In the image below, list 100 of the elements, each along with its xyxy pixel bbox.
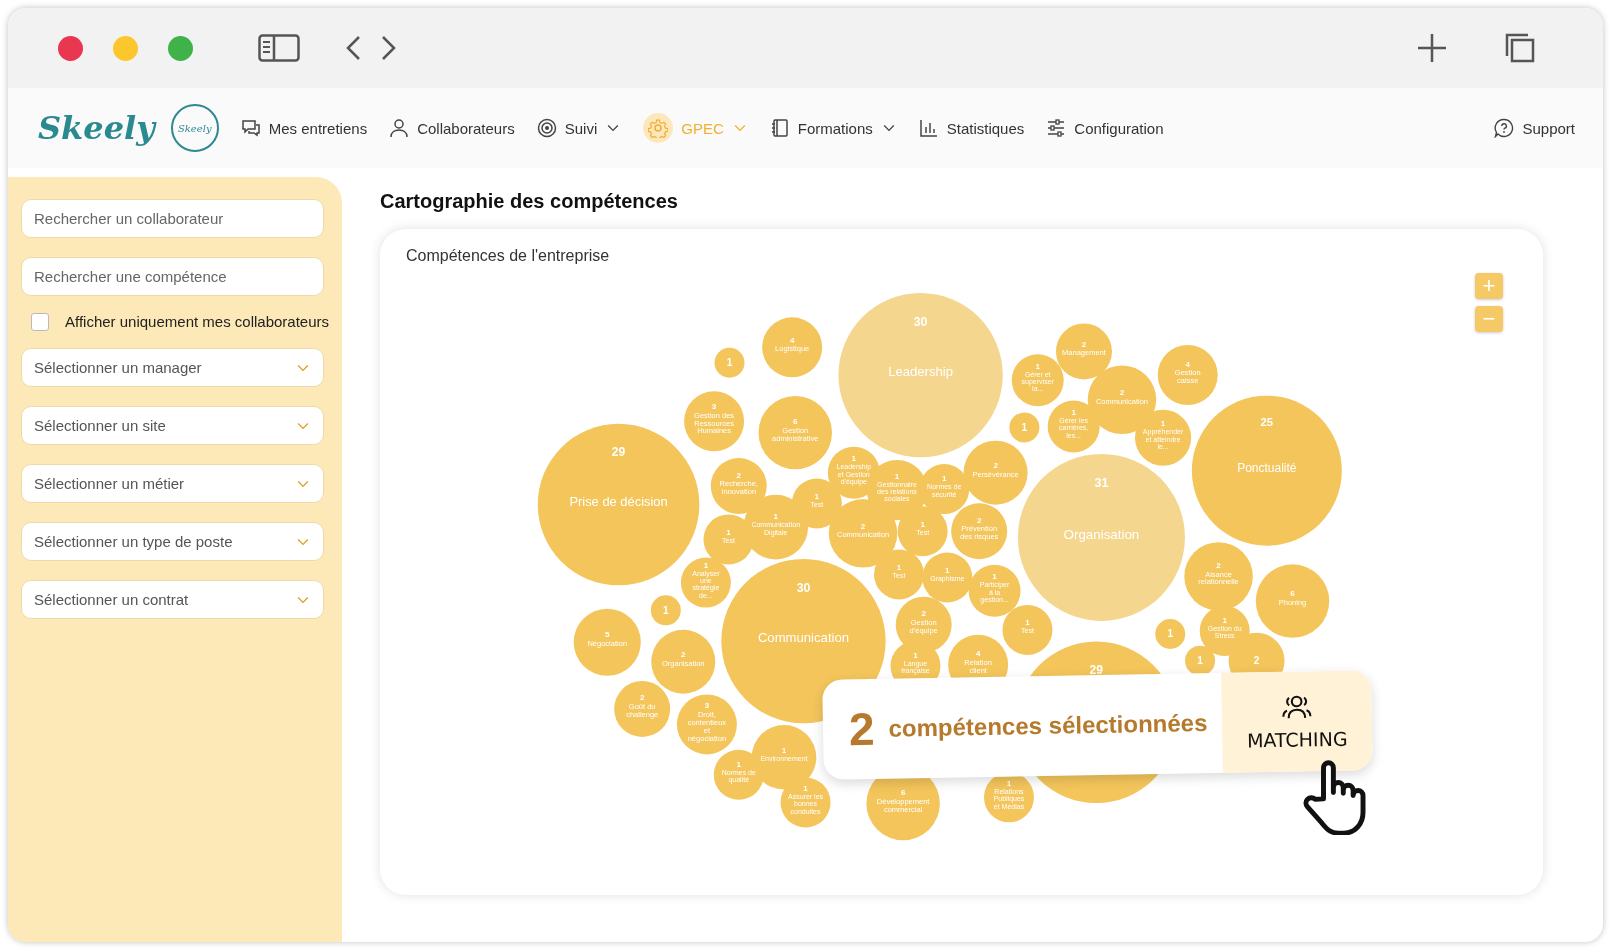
bubble-count: 2 — [921, 609, 926, 619]
skill-bubble[interactable] — [1185, 645, 1216, 676]
skill-bubble[interactable] — [758, 395, 832, 470]
skill-bubble[interactable] — [780, 777, 831, 828]
search-field[interactable]: Rechercher une compétence — [21, 257, 324, 296]
bubble-count: 1 — [736, 759, 741, 769]
skill-bubble[interactable] — [874, 549, 925, 600]
bubble-count: 2 — [1081, 339, 1087, 349]
nav-item[interactable]: Statistiques — [918, 118, 1025, 138]
help-icon — [1494, 118, 1515, 138]
nav-item[interactable]: Configuration — [1046, 118, 1164, 138]
bubble-count: 1 — [703, 560, 709, 570]
bubble-count: 6 — [793, 417, 798, 427]
nav-item[interactable]: Collaborateurs — [389, 118, 515, 138]
bubble-count: 1 — [913, 650, 918, 660]
bubble-count: 1 — [1006, 778, 1012, 788]
bubble-count: 4 — [1185, 359, 1190, 369]
skill-bubble[interactable] — [951, 503, 1008, 560]
skill-bubble[interactable] — [1002, 604, 1053, 655]
select-dropdown[interactable]: Sélectionner un contrat — [21, 580, 324, 619]
bubble-count: 30 — [796, 580, 811, 595]
page-title: Cartographie des compétences — [380, 190, 679, 213]
support-link[interactable]: Support — [1494, 118, 1575, 138]
bubble-count: 2 — [1216, 560, 1221, 570]
bubble-count: 5 — [605, 630, 610, 640]
bubble-count: 1 — [945, 566, 950, 575]
skill-bubble[interactable] — [573, 608, 641, 676]
maximize-window-dot[interactable] — [168, 35, 193, 61]
skill-bubble[interactable] — [762, 317, 823, 378]
nav-item[interactable]: Mes entretiens — [240, 118, 368, 138]
skill-bubble[interactable] — [614, 681, 671, 737]
bubble-count: 3 — [711, 402, 717, 412]
nav-item[interactable]: Suivi — [536, 118, 622, 138]
select-dropdown[interactable]: Sélectionner un site — [21, 406, 324, 445]
skill-bubble[interactable] — [1184, 542, 1253, 611]
user-icon — [389, 118, 410, 138]
plus-icon[interactable] — [1417, 33, 1447, 63]
bubble-count: 1 — [663, 604, 669, 616]
skill-bubble[interactable] — [897, 506, 948, 557]
skill-bubble[interactable] — [1155, 619, 1186, 649]
skill-bubble[interactable] — [1009, 412, 1040, 443]
nav-item[interactable]: Formations — [769, 118, 897, 138]
matching-button[interactable]: MATCHING — [1221, 670, 1373, 773]
skill-bubble[interactable] — [963, 440, 1028, 505]
select-dropdown[interactable]: Sélectionner un métier — [21, 464, 324, 503]
bubble-count: 2 — [681, 650, 686, 659]
bubble-count: 1 — [1222, 615, 1227, 625]
skill-bubble[interactable] — [714, 347, 745, 378]
skill-bubble[interactable] — [1255, 564, 1330, 638]
checkbox[interactable] — [31, 313, 49, 331]
skill-bubble[interactable] — [1017, 453, 1185, 621]
bubble-label: Communication — [757, 630, 850, 646]
skill-bubble[interactable] — [1134, 409, 1192, 466]
bubble-count: 2 — [976, 515, 982, 525]
sidebar-icon[interactable] — [258, 34, 300, 62]
bubble-label: Organisation — [1063, 526, 1140, 542]
skill-bubble[interactable] — [650, 595, 681, 626]
skill-bubble[interactable] — [1157, 345, 1218, 406]
bubble-label: Prise de décision — [569, 493, 668, 509]
bubble-count: 1 — [803, 784, 808, 793]
back-icon[interactable] — [345, 35, 361, 61]
bubble-count: 2 — [1253, 655, 1260, 667]
selection-count: 2 — [848, 701, 876, 757]
skill-bubble[interactable] — [651, 629, 716, 694]
logo-badge[interactable]: Skeely — [170, 104, 219, 152]
skill-bubble[interactable] — [968, 564, 1021, 617]
target-icon — [536, 118, 557, 138]
skill-bubble[interactable] — [828, 499, 898, 568]
bubble-count: 3 — [704, 701, 710, 711]
bar-chart-icon — [918, 118, 939, 138]
checkbox-label: Afficher uniquement mes collaborateurs — [65, 313, 330, 331]
select-dropdown[interactable]: Sélectionner un manager — [21, 348, 324, 387]
bubble-count: 1 — [1035, 361, 1040, 371]
forward-icon[interactable] — [381, 35, 397, 61]
skill-bubble[interactable] — [684, 391, 745, 452]
select-dropdown[interactable]: Sélectionner un type de poste — [21, 522, 324, 561]
tabs-icon[interactable] — [1505, 33, 1535, 63]
bubble-count: 4 — [789, 335, 795, 345]
bubble-count: 30 — [913, 314, 928, 329]
gear-icon — [648, 118, 669, 138]
skill-bubble[interactable] — [743, 494, 809, 560]
logo[interactable]: Skeely — [38, 109, 155, 147]
skill-bubble[interactable] — [1055, 323, 1112, 380]
skill-bubble[interactable] — [676, 694, 737, 755]
bubble-count: 1 — [781, 745, 787, 755]
bubble-count: 1 — [814, 492, 820, 501]
card-title: Compétences de l'entreprise — [406, 247, 610, 265]
skill-bubble[interactable] — [922, 552, 973, 603]
bubble-count: 1 — [894, 471, 900, 481]
minimize-window-dot[interactable] — [113, 35, 138, 61]
skill-bubble[interactable] — [710, 458, 767, 515]
skill-bubble[interactable] — [680, 557, 731, 608]
skill-bubble[interactable] — [1011, 354, 1064, 407]
skill-bubble[interactable] — [838, 292, 1003, 458]
skill-bubble[interactable] — [1191, 395, 1342, 546]
selection-label: compétences sélectionnées — [888, 708, 1209, 743]
close-window-dot[interactable] — [58, 35, 83, 61]
search-field[interactable]: Rechercher un collaborateur — [21, 199, 324, 238]
bubble-count: 1 — [1025, 618, 1030, 628]
bubble-count: 1 — [726, 527, 731, 537]
